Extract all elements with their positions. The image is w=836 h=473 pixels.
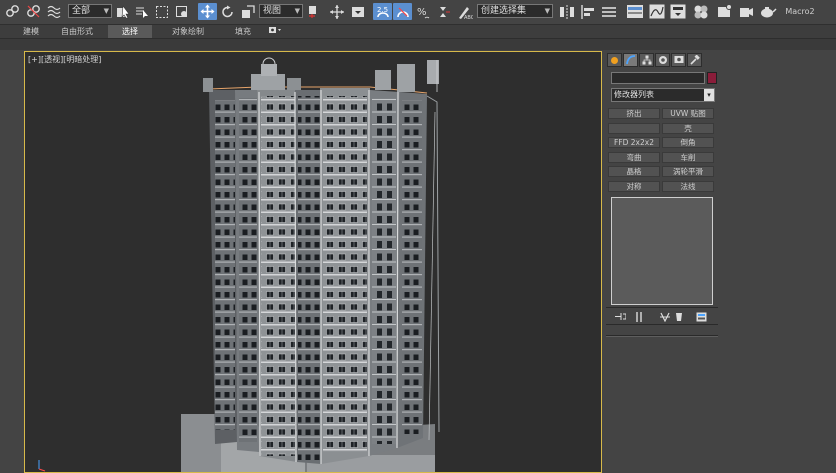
modifier-button-normal[interactable]: 法线 [662,180,714,192]
rotate-icon[interactable] [220,3,236,20]
scale-icon[interactable] [240,3,256,20]
modifier-button-bend[interactable]: 弯曲 [608,151,660,163]
rect-selection-icon[interactable] [154,3,170,20]
camera-icon [269,27,281,33]
angle-snap-icon[interactable] [393,3,412,20]
reference-coord-value: 视图 [263,6,282,16]
select-manipulate-icon[interactable] [328,3,346,20]
modifier-list-dropdown[interactable]: 修改器列表 ▾ [611,88,715,102]
modifier-stack[interactable] [611,197,713,305]
select-object-icon[interactable] [115,3,131,20]
display-tab[interactable] [671,53,686,67]
unlink-icon[interactable] [24,3,42,20]
motion-tab[interactable] [655,53,670,67]
circle-icon [658,56,667,64]
tab-populate[interactable]: 填充 [226,25,260,38]
create-tab[interactable] [607,53,622,67]
percent-snap-icon[interactable]: % [415,3,431,20]
mirror-icon[interactable] [558,3,576,20]
tab-selection[interactable]: 选择 [108,25,152,38]
modifier-button-shell[interactable]: 壳 [662,122,714,134]
modifier-button-lattice[interactable]: 晶格 [608,166,660,177]
select-by-name-icon[interactable] [134,3,150,20]
hammer-icon [689,55,700,65]
layer-explorer-icon[interactable] [600,3,618,20]
named-selection-placeholder: 创建选择集 [481,6,527,16]
command-panel: 修改器列表 ▾ 挤出 UVW 贴图壳 FFD 2x2x2 倒角 弯曲 车削 晶格 涡轮平滑 对称… [603,51,836,473]
hierarchy-tab[interactable] [639,53,654,67]
modifier-button-uvw-map[interactable]: UVW 贴图 [662,108,714,119]
perspective-viewport[interactable]: [+][透视][明暗处理] [24,51,602,473]
selection-filter-value: 全部 [72,6,91,16]
scene-explorer-icon[interactable] [625,3,645,20]
pin-stack-icon[interactable] [614,311,626,322]
svg-text:ABC: ABC [464,15,473,20]
viewport-layout-bar [0,51,24,473]
window-crossing-icon[interactable] [174,3,190,20]
link-icon[interactable] [3,3,21,20]
ribbon-tabs: 建模 自由形式 选择 对象绘制 填充 [0,25,836,39]
edit-named-selection-icon[interactable]: ABC [456,3,474,20]
tab-freeform[interactable]: 自由形式 [58,25,96,38]
monitor-icon [674,56,683,63]
divider [606,307,718,308]
tab-modeling[interactable]: 建模 [14,25,48,38]
object-color-swatch[interactable] [707,72,717,84]
keyboard-shortcut-icon[interactable] [350,3,366,20]
macro-label[interactable]: Macro2 [782,3,818,20]
pivot-center-icon[interactable] [305,3,321,20]
modifier-button-chamfer[interactable]: 倒角 [662,137,714,148]
curve-editor-icon[interactable] [648,3,666,20]
schematic-view-icon[interactable] [669,3,687,20]
divider [606,324,718,325]
ribbon-options-button[interactable] [263,25,287,38]
modifier-button-turbosmooth[interactable]: 涡轮平滑 [662,166,714,177]
rendered-frame-icon[interactable] [737,3,755,20]
selection-filter-dropdown[interactable]: 全部 ▼ [68,4,112,18]
material-editor-icon[interactable] [692,3,710,20]
utilities-tab[interactable] [687,53,702,67]
chevron-down-icon: ▼ [544,7,550,15]
tab-object-paint[interactable]: 对象绘制 [164,25,212,38]
building-model[interactable] [25,52,602,473]
move-icon[interactable] [198,3,217,20]
spinner-snap-icon[interactable] [435,3,451,20]
render-teapot-icon[interactable] [758,3,778,20]
show-end-result-icon[interactable] [633,311,645,322]
modify-tab[interactable] [623,53,638,67]
axis-tripod-icon [38,460,46,472]
object-name-field[interactable] [611,72,705,84]
align-icon[interactable] [579,3,597,20]
divider [606,336,718,337]
bind-spacewarp-icon[interactable] [45,3,63,20]
named-selection-sets-dropdown[interactable]: 创建选择集 ▼ [477,4,553,18]
main-toolbar: 全部 ▼ 视图 ▼ 2.5 % ABC 创建选择集 ▼ Macro2 [0,0,836,25]
chevron-down-icon: ▼ [103,7,109,15]
chevron-down-icon: ▾ [704,89,714,101]
sun-icon [611,56,618,64]
configure-sets-icon[interactable] [695,311,707,322]
modifier-button-ffd[interactable]: FFD 2x2x2 [608,137,660,148]
modifier-button-extrude[interactable]: 挤出 [608,108,660,119]
modifier-button-lathe[interactable]: 车削 [662,151,714,163]
modifier-button-symmetry[interactable]: 对称 [608,180,660,192]
hierarchy-icon [642,55,651,65]
modifier-button-empty[interactable] [608,122,660,134]
make-unique-icon[interactable] [659,311,671,322]
reference-coord-dropdown[interactable]: 视图 ▼ [259,4,303,18]
ribbon-panel [0,39,836,50]
svg-text:%: % [417,7,427,18]
remove-modifier-icon[interactable] [673,311,685,322]
arc-icon [625,55,635,65]
render-setup-icon[interactable] [716,3,734,20]
chevron-down-icon: ▼ [294,7,300,15]
snap-toggle-icon[interactable]: 2.5 [373,3,392,20]
modifier-list-label: 修改器列表 [614,90,654,99]
